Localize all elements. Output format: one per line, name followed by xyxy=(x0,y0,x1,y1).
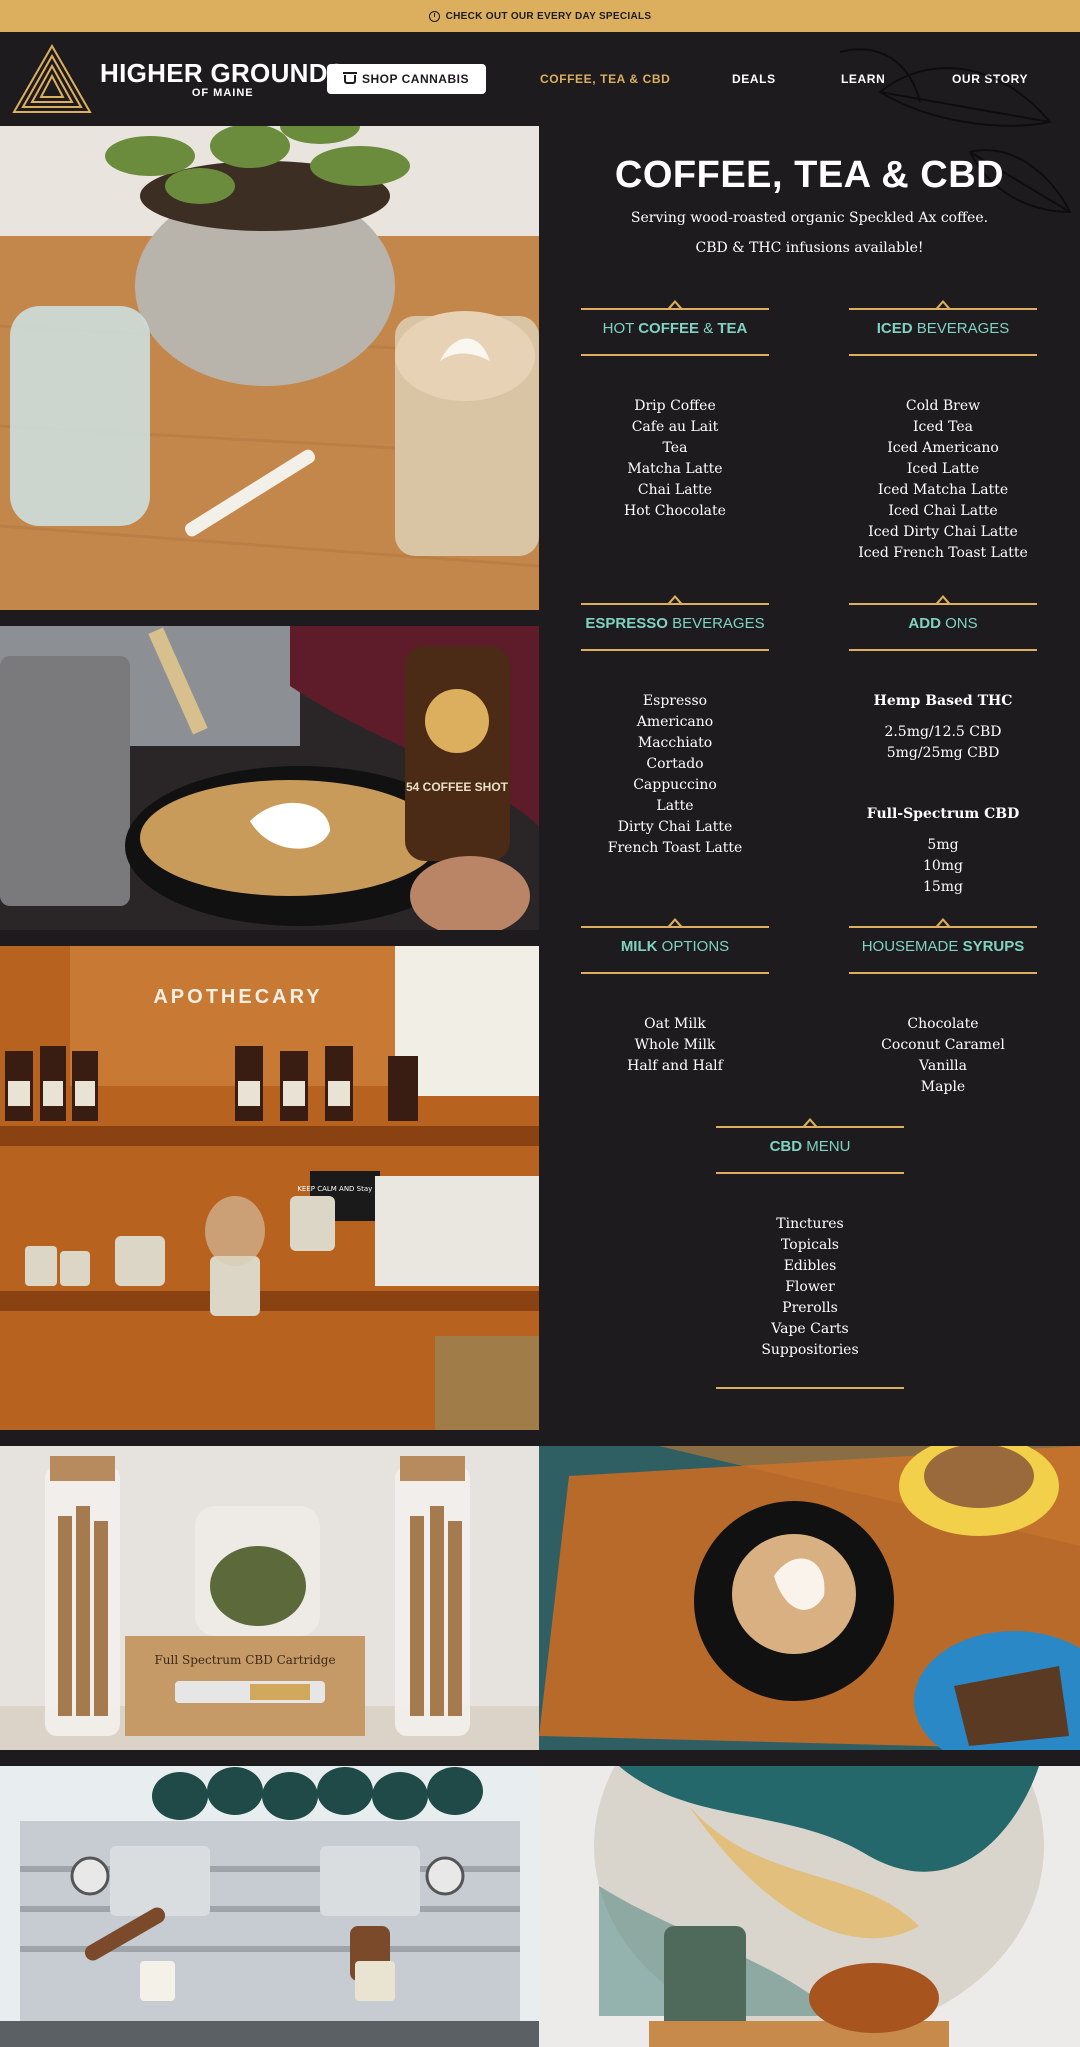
list-item: Vape Carts xyxy=(771,1321,849,1337)
photo-latte-table xyxy=(539,1446,1080,1750)
section-hot-coffee-tea: HOT COFFEE & TEA xyxy=(581,300,769,356)
site-logo[interactable]: HIGHER GROUNDS OF MAINE xyxy=(12,44,345,114)
list-item: Suppositories xyxy=(761,1342,859,1358)
list-item: Espresso xyxy=(642,693,708,709)
shop-cannabis-label: SHOP CANNABIS xyxy=(362,72,469,86)
section-label-bold: ADD xyxy=(908,615,941,632)
section-label-bold: COFFEE xyxy=(638,320,700,337)
nav-coffee-tea-cbd[interactable]: COFFEE, TEA & CBD xyxy=(540,72,670,86)
list-item: Iced French Toast Latte xyxy=(858,545,1028,561)
list-item: Iced Latte xyxy=(906,461,980,477)
photo-prerolls: Full Spectrum CBD Cartridge xyxy=(0,1446,539,1750)
list-item: Prerolls xyxy=(782,1300,838,1316)
section-cbd-menu: CBD MENU xyxy=(716,1118,904,1174)
list-item: 10mg xyxy=(922,858,964,874)
list-item: Edibles xyxy=(783,1258,837,1274)
specials-banner[interactable]: CHECK OUT OUR EVERY DAY SPECIALS xyxy=(0,0,1080,32)
page-subtitle-2: CBD & THC infusions available! xyxy=(695,240,924,256)
page-subtitle-1: Serving wood-roasted organic Speckled Ax… xyxy=(630,210,989,226)
section-label: OPTIONS xyxy=(657,938,730,955)
list-item: Maple xyxy=(920,1079,966,1095)
list-item: Flower xyxy=(785,1279,835,1295)
list-item: Iced Tea xyxy=(913,419,973,435)
photo-art-pastry xyxy=(539,1766,1080,2047)
list-item: Cappuccino xyxy=(633,777,717,793)
list-item: Half and Half xyxy=(627,1058,723,1074)
section-label: HOUSEMADE xyxy=(861,938,963,955)
apothecary-sign: APOTHECARY xyxy=(153,986,322,1008)
section-add-ons: ADD ONS xyxy=(849,595,1037,651)
cartridge-box-label: Full Spectrum CBD Cartridge xyxy=(154,1653,335,1667)
list-item: Iced Chai Latte xyxy=(888,503,998,519)
list-item: Matcha Latte xyxy=(627,461,723,477)
photo-espresso-machine xyxy=(0,1766,539,2047)
section-label-bold: MILK xyxy=(620,938,658,955)
section-label-bold: ICED xyxy=(876,320,913,337)
list-item: Hot Chocolate xyxy=(624,503,726,519)
page-title: COFFEE, TEA & CBD xyxy=(614,154,1005,196)
list-item: Iced Matcha Latte xyxy=(877,482,1009,498)
list-item: Coconut Caramel xyxy=(881,1037,1005,1053)
section-label-bold: CBD xyxy=(769,1138,803,1155)
photo-apothecary: APOTHECARY KEEP CALM AND Stay Local xyxy=(0,946,539,1430)
section-espresso-beverages: ESPRESSO BEVERAGES xyxy=(581,595,769,651)
section-label-bold: TEA xyxy=(717,320,748,337)
list-item: Topicals xyxy=(781,1237,839,1253)
list-item: Iced Americano xyxy=(887,440,999,456)
photo-coffee-shot: 54 COFFEE SHOT xyxy=(0,626,539,930)
list-item: Americano xyxy=(636,714,714,730)
section-label-bold: SYRUPS xyxy=(962,938,1025,955)
list-item: Iced Dirty Chai Latte xyxy=(868,524,1018,540)
section-label: HOT xyxy=(602,320,639,337)
triangle-logo-icon xyxy=(12,44,92,113)
section-label: MENU xyxy=(802,1138,851,1155)
list-item: Cafe au Lait xyxy=(631,419,719,435)
milk-items-list: Oat Milk Whole Milk Half and Half xyxy=(581,1014,769,1077)
bottle-label: 54 COFFEE SHOT xyxy=(406,780,509,794)
section-divider xyxy=(716,1387,904,1389)
section-label: & xyxy=(699,320,718,337)
list-item: Cortado xyxy=(646,756,704,772)
hot-items-list: Drip Coffee Cafe au Lait Tea Matcha Latt… xyxy=(581,396,769,522)
list-item: Cold Brew xyxy=(905,398,981,414)
syrup-items-list: Chocolate Coconut Caramel Vanilla Maple xyxy=(849,1014,1037,1098)
section-housemade-syrups: HOUSEMADE SYRUPS xyxy=(849,918,1037,974)
section-label: BEVERAGES xyxy=(667,615,765,632)
list-item: Chocolate xyxy=(907,1016,979,1032)
addons-list: Hemp Based THC 2.5mg/12.5 CBD 5mg/25mg C… xyxy=(849,691,1037,898)
logo-subtitle: OF MAINE xyxy=(191,87,254,99)
list-item: 5mg/25mg CBD xyxy=(886,745,1000,761)
list-item: Chai Latte xyxy=(637,482,713,498)
nav-deals[interactable]: DEALS xyxy=(732,72,776,86)
specials-banner-text[interactable]: CHECK OUT OUR EVERY DAY SPECIALS xyxy=(446,11,652,22)
section-label: BEVERAGES xyxy=(912,320,1010,337)
list-item: Whole Milk xyxy=(634,1037,716,1053)
list-item: Latte xyxy=(656,798,694,814)
section-label: ONS xyxy=(940,615,978,632)
list-item: Dirty Chai Latte xyxy=(617,819,733,835)
list-item: Tea xyxy=(662,440,688,456)
list-item: 2.5mg/12.5 CBD xyxy=(884,724,1002,740)
list-item: 5mg xyxy=(927,837,959,853)
addon-heading-cbd: Full-Spectrum CBD xyxy=(866,806,1020,822)
section-milk-options: MILK OPTIONS xyxy=(581,918,769,974)
section-iced-beverages: ICED BEVERAGES xyxy=(849,300,1037,356)
cbd-items-list: Tinctures Topicals Edibles Flower Prerol… xyxy=(716,1214,904,1361)
espresso-items-list: Espresso Americano Macchiato Cortado Cap… xyxy=(581,691,769,859)
list-item: 15mg xyxy=(922,879,964,895)
list-item: Drip Coffee xyxy=(634,398,716,414)
basket-icon xyxy=(343,71,358,84)
logo-title: HIGHER GROUNDS xyxy=(100,58,346,88)
list-item: Oat Milk xyxy=(644,1016,706,1032)
list-item: Tinctures xyxy=(776,1216,844,1232)
list-item: Vanilla xyxy=(919,1058,967,1074)
section-label-bold: ESPRESSO xyxy=(585,615,668,632)
list-item: French Toast Latte xyxy=(607,840,743,856)
iced-items-list: Cold Brew Iced Tea Iced Americano Iced L… xyxy=(849,396,1037,564)
clock-icon xyxy=(428,10,440,22)
addon-heading-thc: Hemp Based THC xyxy=(873,693,1013,709)
list-item: Macchiato xyxy=(637,735,713,751)
photo-latte-plant xyxy=(0,126,539,610)
shop-cannabis-button[interactable]: SHOP CANNABIS xyxy=(327,64,486,94)
